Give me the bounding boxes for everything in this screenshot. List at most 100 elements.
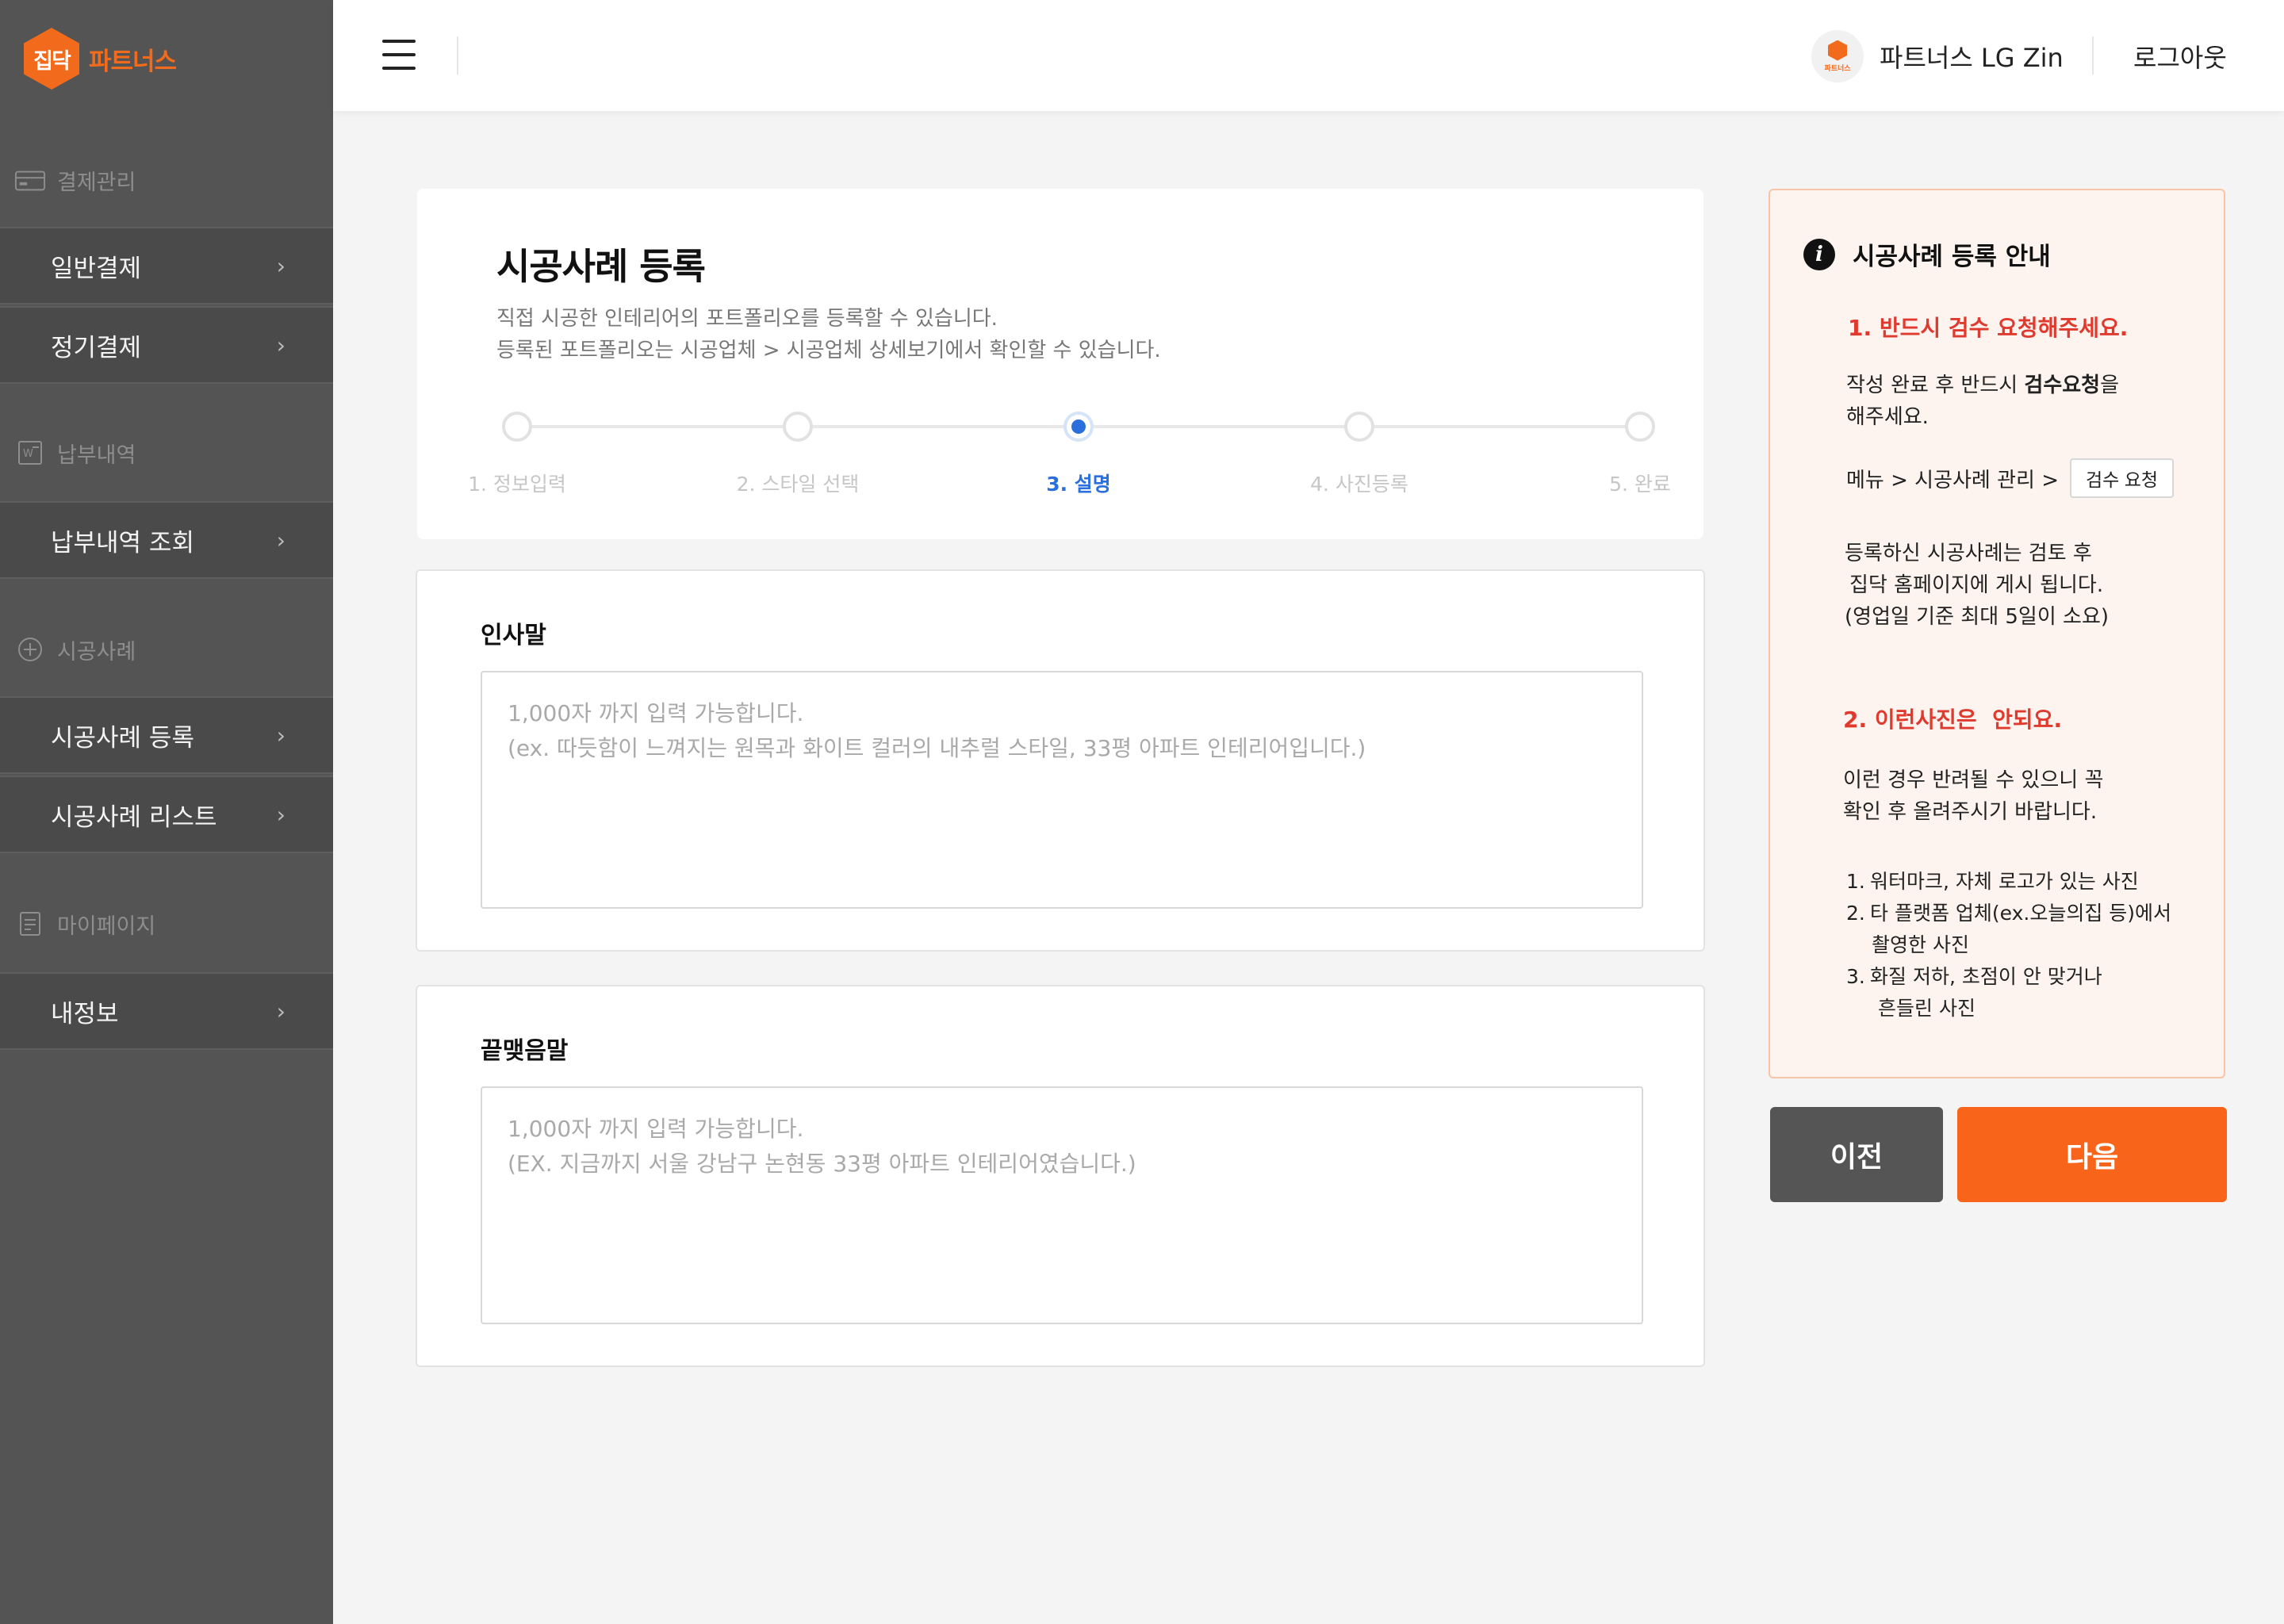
guide-rejection-list: 1. 워터마크, 자체 로고가 있는 사진 2. 타 플랫폼 업체(ex.오늘의… [1846, 866, 2171, 1025]
guide-menu-path: 메뉴 > 시공사례 관리 > 검수 요청 [1846, 458, 2175, 498]
top-header: 파트너스 파트너스 LG Zin 로그아웃 [333, 0, 2284, 111]
list-item: 2. 타 플랫폼 업체(ex.오늘의집 등)에서 촬영한 사진 [1846, 898, 2171, 961]
svg-text:W: W [23, 448, 33, 460]
step-description: 3. 설명 [975, 412, 1182, 497]
sidebar-item-label: 시공사례 리스트 [51, 802, 217, 832]
list-text: 촬영한 사진 [1872, 933, 1969, 956]
sidebar-section-portfolio: 시공사례 [0, 625, 333, 674]
guide-text: 집닥 홈페이지에 게시 됩니다. [1849, 573, 2104, 597]
sidebar-item-label: 일반결제 [51, 254, 142, 283]
step-dot-icon [1625, 412, 1655, 442]
document-icon [14, 908, 46, 940]
guide-section2-text: 이런 경우 반려될 수 있으니 꼭 확인 후 올려주시기 바랍니다. [1843, 764, 2103, 828]
next-button[interactable]: 다음 [1957, 1107, 2227, 1202]
step-complete: 5. 완료 [1537, 412, 1743, 497]
list-number: 2. [1846, 902, 1865, 925]
receipt-icon: W [14, 437, 46, 469]
greeting-textarea[interactable] [481, 671, 1643, 909]
guide-section1-text: 작성 완료 후 반드시 검수요청을 해주세요. [1846, 370, 2119, 433]
closing-card: 끝맺음말 [416, 985, 1705, 1367]
description-line: 직접 시공한 인테리어의 포트폴리오를 등록할 수 있습니다. [496, 307, 998, 331]
guide-text: (영업일 기준 최대 5일이 소요) [1845, 605, 2110, 629]
sidebar: 집닥 파트너스 결제관리 일반결제 › 정기결제 › W 납부내역 납부내역 조… [0, 0, 333, 1624]
chevron-right-icon: › [276, 998, 286, 1025]
avatar: 파트너스 [1811, 30, 1864, 82]
logout-link[interactable]: 로그아웃 [2133, 38, 2227, 75]
step-style: 2. 스타일 선택 [695, 412, 901, 497]
guide-text: 확인 후 올려주시기 바랍니다. [1843, 800, 2098, 824]
guide-section1-note: 등록하신 시공사례는 검토 후 집닥 홈페이지에 게시 됩니다. (영업일 기준… [1845, 538, 2109, 633]
logo-mark-icon [1828, 40, 1847, 61]
sidebar-item-label: 정기결제 [51, 333, 142, 362]
page-description: 직접 시공한 인테리어의 포트폴리오를 등록할 수 있습니다. 등록된 포트폴리… [496, 303, 1163, 366]
list-text: 화질 저하, 초점이 안 맞거나 [1870, 965, 2102, 988]
chevron-right-icon: › [276, 801, 286, 828]
sidebar-section-label: 시공사례 [57, 639, 136, 665]
list-text: 타 플랫폼 업체(ex.오늘의집 등)에서 [1870, 902, 2172, 925]
step-dot-icon [783, 412, 813, 442]
sidebar-item-general-payment[interactable]: 일반결제 › [0, 227, 333, 304]
plus-circle-icon [14, 634, 46, 665]
closing-textarea[interactable] [481, 1086, 1643, 1324]
greeting-label: 인사말 [481, 622, 546, 649]
logo[interactable]: 집닥 파트너스 [24, 27, 177, 90]
list-text: 워터마크, 자체 로고가 있는 사진 [1870, 870, 2139, 893]
sidebar-item-label: 시공사례 등록 [51, 723, 194, 753]
guide-section2-title: 2. 이런사진은 안되요. [1843, 707, 2063, 733]
list-number: 3. [1846, 965, 1865, 988]
avatar-label: 파트너스 [1824, 64, 1851, 73]
chevron-right-icon: › [276, 252, 286, 279]
step-label: 3. 설명 [1046, 473, 1111, 496]
header-divider [457, 36, 458, 75]
progress-stepper: 1. 정보입력 2. 스타일 선택 3. 설명 4. 사진등록 5. 완료 [414, 412, 1703, 527]
guide-text: 이런 경우 반려될 수 있으니 꼭 [1843, 768, 2104, 792]
list-text: 흔들린 사진 [1878, 997, 1976, 1020]
title-card: 시공사례 등록 직접 시공한 인테리어의 포트폴리오를 등록할 수 있습니다. … [417, 189, 1703, 539]
sidebar-item-my-info[interactable]: 내정보 › [0, 972, 333, 1050]
guide-header: i 시공사례 등록 안내 [1803, 236, 2051, 272]
guide-text: 작성 완료 후 반드시 [1846, 373, 2025, 397]
logo-text: 파트너스 [89, 47, 177, 76]
user-name: 파트너스 LG Zin [1880, 43, 2064, 73]
guide-section1-title: 1. 반드시 검수 요청해주세요. [1848, 315, 2129, 341]
user-profile[interactable]: 파트너스 파트너스 LG Zin [1811, 30, 2064, 82]
step-dot-icon [502, 412, 532, 442]
sidebar-item-portfolio-register[interactable]: 시공사례 등록 › [0, 696, 333, 774]
sidebar-section-label: 결제관리 [57, 170, 136, 195]
sidebar-section-payment-history: W 납부내역 [0, 428, 333, 477]
list-item: 1. 워터마크, 자체 로고가 있는 사진 [1846, 866, 2171, 898]
step-info: 1. 정보입력 [414, 412, 620, 497]
step-label: 1. 정보입력 [468, 473, 566, 496]
closing-label: 끝맺음말 [481, 1037, 569, 1065]
sidebar-item-label: 납부내역 조회 [51, 528, 194, 557]
sidebar-section-label: 마이페이지 [57, 914, 156, 939]
sidebar-section-mypage: 마이페이지 [0, 899, 333, 948]
guide-text-bold: 검수요청 [2024, 373, 2101, 397]
step-dot-icon [1344, 412, 1374, 442]
step-label: 5. 완료 [1609, 473, 1671, 496]
page-title: 시공사례 등록 [496, 245, 706, 288]
prev-button[interactable]: 이전 [1770, 1107, 1943, 1202]
guide-panel: i 시공사례 등록 안내 1. 반드시 검수 요청해주세요. 작성 완료 후 반… [1769, 189, 2225, 1078]
list-number: 1. [1846, 870, 1865, 893]
guide-text: 해주세요. [1846, 405, 1929, 429]
description-line: 등록된 포트폴리오는 시공업체 > 시공업체 상세보기에서 확인할 수 있습니다… [496, 339, 1161, 362]
sidebar-item-payment-history[interactable]: 납부내역 조회 › [0, 501, 333, 579]
step-label: 2. 스타일 선택 [736, 473, 860, 496]
step-photo: 4. 사진등록 [1256, 412, 1462, 497]
sidebar-section-label: 납부내역 [57, 442, 136, 468]
sidebar-item-label: 내정보 [51, 999, 119, 1028]
greeting-card: 인사말 [416, 569, 1705, 952]
guide-text: 을 [2100, 373, 2120, 397]
sidebar-item-recurring-payment[interactable]: 정기결제 › [0, 306, 333, 384]
step-label: 4. 사진등록 [1310, 473, 1408, 496]
chevron-right-icon: › [276, 331, 286, 358]
sidebar-item-portfolio-list[interactable]: 시공사례 리스트 › [0, 776, 333, 853]
chevron-right-icon: › [276, 527, 286, 553]
chevron-right-icon: › [276, 722, 286, 749]
step-dot-active-icon [1063, 412, 1094, 442]
review-request-button[interactable]: 검수 요청 [2070, 458, 2175, 498]
info-icon: i [1803, 238, 1835, 270]
menu-toggle-icon[interactable] [382, 40, 416, 70]
sidebar-section-payment: 결제관리 [0, 155, 333, 205]
